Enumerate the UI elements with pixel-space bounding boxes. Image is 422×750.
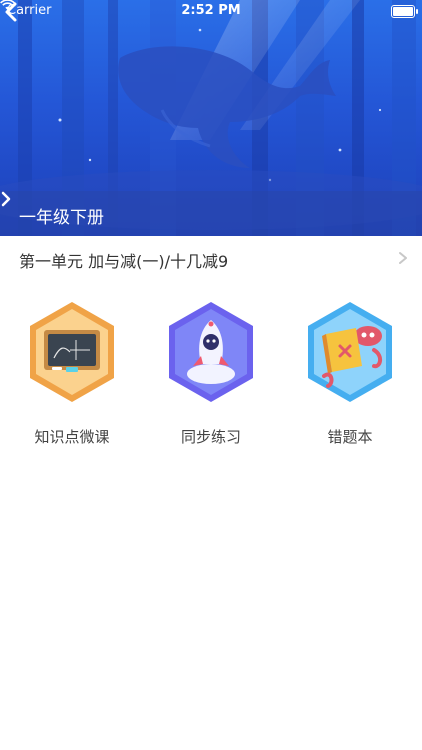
clock-label: 2:52 PM [181, 3, 241, 18]
feature-sync-practice[interactable]: 同步练习 [151, 300, 271, 447]
book-octopus-icon [308, 302, 392, 402]
chevron-right-icon [1, 191, 11, 207]
blackboard-icon [30, 302, 114, 402]
feature-knowledge-lessons[interactable]: 知识点微课 [12, 300, 132, 447]
back-chevron-icon[interactable] [0, 0, 24, 24]
battery-icon [391, 5, 418, 18]
feature-label: 知识点微课 [34, 428, 110, 446]
grade-selector[interactable]: 一年级下册 [0, 191, 422, 236]
feature-label: 错题本 [327, 428, 373, 446]
hero-banner: Carrier 2:52 PM 一年级下册 [0, 0, 422, 236]
rocket-icon [169, 302, 253, 402]
feature-label: 同步练习 [180, 428, 241, 446]
unit-selector[interactable]: 第一单元 加与减(一)/十几减9 [0, 236, 422, 280]
unit-label: 第一单元 加与减(一)/十几减9 [19, 252, 229, 271]
status-bar: Carrier 2:52 PM [0, 0, 422, 22]
feature-mistake-book[interactable]: 错题本 [290, 300, 410, 447]
grade-label: 一年级下册 [19, 208, 104, 228]
chevron-right-icon [399, 252, 407, 264]
